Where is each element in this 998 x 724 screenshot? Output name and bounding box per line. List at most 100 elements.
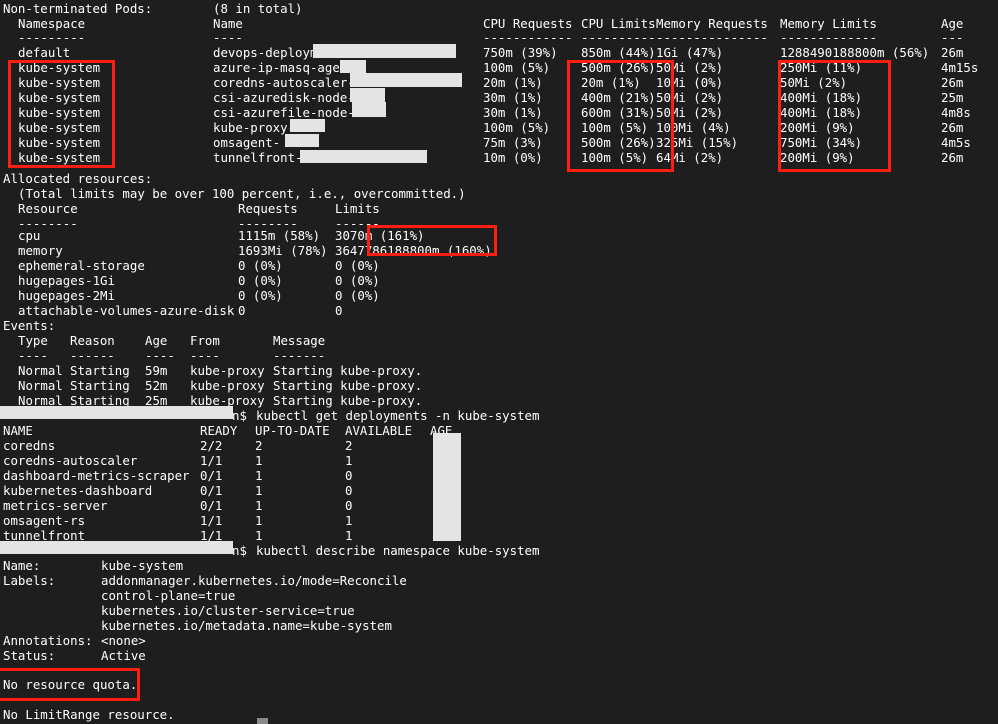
redaction-bar-pod-name <box>290 119 325 132</box>
redaction-bar-pod-name <box>350 73 462 87</box>
namespace-label-value: control-plane=true <box>101 588 236 603</box>
namespace-annotations-label: Annotations: <box>3 633 93 648</box>
event-message: Starting kube-proxy. <box>273 393 423 408</box>
pod-cpu-limits: 600m (31%) <box>581 105 656 120</box>
col-header-limits: Limits <box>335 201 380 216</box>
allocated-resource-name: cpu <box>18 228 41 243</box>
event-type: Normal <box>18 363 63 378</box>
namespace-labels-label: Labels: <box>3 573 56 588</box>
deploy-uptodate: 1 <box>255 483 263 498</box>
col-header-deploy-uptodate: UP-TO-DATE <box>255 423 330 438</box>
col-header-memory-requests: Memory Requests <box>656 16 768 31</box>
deploy-available: 1 <box>345 513 353 528</box>
deploy-available: 1 <box>345 453 353 468</box>
namespace-label-value: kubernetes.io/metadata.name=kube-system <box>101 618 392 633</box>
pod-memory-requests: 64Mi (2%) <box>656 150 724 165</box>
deploy-ready: 0/1 <box>200 498 223 513</box>
allocated-resource-limits: 0 (0%) <box>335 273 380 288</box>
pod-cpu-limits: 850m (44%) <box>581 45 656 60</box>
pod-name: coredns-autoscaler- <box>213 75 355 90</box>
allocated-resource-name: attachable-volumes-azure-disk <box>18 303 235 318</box>
namespace-status-label: Status: <box>3 648 56 663</box>
no-limitrange-line: No LimitRange resource. <box>3 707 175 722</box>
pod-namespace: kube-system <box>18 75 101 90</box>
pod-cpu-requests: 10m (0%) <box>483 150 543 165</box>
pod-memory-requests: 1Gi (47%) <box>656 45 724 60</box>
pod-memory-limits: 400Mi (18%) <box>780 105 863 120</box>
pod-memory-limits: 250Mi (11%) <box>780 60 863 75</box>
col-header-event-from: From <box>190 333 220 348</box>
deploy-ready: 1/1 <box>200 453 223 468</box>
pod-name: omsagent- <box>213 135 281 150</box>
deploy-name: coredns <box>3 438 56 453</box>
redaction-bar-pod-name <box>285 134 319 147</box>
pod-memory-limits: 200Mi (9%) <box>780 120 855 135</box>
pod-age: 26m <box>941 150 964 165</box>
col-header-age: Age <box>941 16 964 31</box>
event-reason: Starting <box>70 378 130 393</box>
event-age: 52m <box>145 378 168 393</box>
redaction-bar-deployments-age <box>433 433 461 541</box>
rule-cpu-requests: ------------ <box>483 30 573 45</box>
redaction-bar-shell-prompt <box>0 541 233 554</box>
pod-memory-limits: 200Mi (9%) <box>780 150 855 165</box>
allocated-resource-name: hugepages-1Gi <box>18 273 115 288</box>
deploy-available: 0 <box>345 498 353 513</box>
pod-cpu-requests: 750m (39%) <box>483 45 558 60</box>
allocated-resources-note: (Total limits may be over 100 percent, i… <box>18 186 466 201</box>
deploy-available: 0 <box>345 468 353 483</box>
rule-age: --- <box>941 30 964 45</box>
pod-name: csi-azurefile-node- <box>213 105 355 120</box>
redaction-bar-pod-name <box>300 150 427 163</box>
pod-cpu-requests: 75m (3%) <box>483 135 543 150</box>
event-age: 59m <box>145 363 168 378</box>
deploy-available: 1 <box>345 528 353 543</box>
terminal-window[interactable]: Non-terminated Pods: (8 in total) Namesp… <box>0 0 998 724</box>
namespace-annotations-value: <none> <box>101 633 146 648</box>
events-header: Events: <box>3 318 56 333</box>
col-header-namespace: Namespace <box>18 16 86 31</box>
col-header-event-message: Message <box>273 333 326 348</box>
pod-namespace: kube-system <box>18 120 101 135</box>
allocated-resource-name: memory <box>18 243 63 258</box>
pod-name: devops-deploym <box>213 45 318 60</box>
allocated-resource-limits: 0 (0%) <box>335 288 380 303</box>
col-header-resource: Resource <box>18 201 78 216</box>
allocated-resource-name: ephemeral-storage <box>18 258 145 273</box>
pod-name: csi-azuredisk-node- <box>213 90 355 105</box>
pod-cpu-requests: 30m (1%) <box>483 90 543 105</box>
deploy-available: 2 <box>345 438 353 453</box>
pod-memory-limits: 1288490188800m (56%) <box>780 45 930 60</box>
deploy-uptodate: 1 <box>255 453 263 468</box>
deploy-ready: 1/1 <box>200 513 223 528</box>
allocated-resource-limits: 0 <box>335 303 343 318</box>
namespace-name-value: kube-system <box>101 558 184 573</box>
deploy-uptodate: 1 <box>255 528 263 543</box>
event-from: kube-proxy <box>190 378 265 393</box>
pod-namespace: kube-system <box>18 150 101 165</box>
pod-age: 4m15s <box>941 60 979 75</box>
deploy-ready: 2/2 <box>200 438 223 453</box>
pod-age: 25m <box>941 90 964 105</box>
col-header-event-age: Age <box>145 333 168 348</box>
allocated-resource-name: hugepages-2Mi <box>18 288 115 303</box>
deploy-name: omsagent-rs <box>3 513 86 528</box>
pod-memory-requests: 50Mi (2%) <box>656 60 724 75</box>
redaction-bar-shell-prompt <box>0 406 233 419</box>
allocated-resources-header: Allocated resources: <box>3 171 153 186</box>
deploy-name: coredns-autoscaler <box>3 453 138 468</box>
event-reason: Starting <box>70 363 130 378</box>
pod-memory-limits: 50Mi (2%) <box>780 75 848 90</box>
rule-event-message: ------- <box>273 348 326 363</box>
no-resource-quota-line: No resource quota. <box>3 677 138 692</box>
pods-header-label: Non-terminated Pods: <box>3 1 153 16</box>
allocated-resource-requests: 0 (0%) <box>238 258 283 273</box>
pod-cpu-limits: 100m (5%) <box>581 120 649 135</box>
pod-namespace: default <box>18 45 71 60</box>
allocated-resource-requests: 0 (0%) <box>238 273 283 288</box>
deploy-ready: 0/1 <box>200 468 223 483</box>
deploy-uptodate: 1 <box>255 498 263 513</box>
pod-memory-limits: 400Mi (18%) <box>780 90 863 105</box>
namespace-name-label: Name: <box>3 558 41 573</box>
rule-memory-limits: ------------- <box>780 30 877 45</box>
